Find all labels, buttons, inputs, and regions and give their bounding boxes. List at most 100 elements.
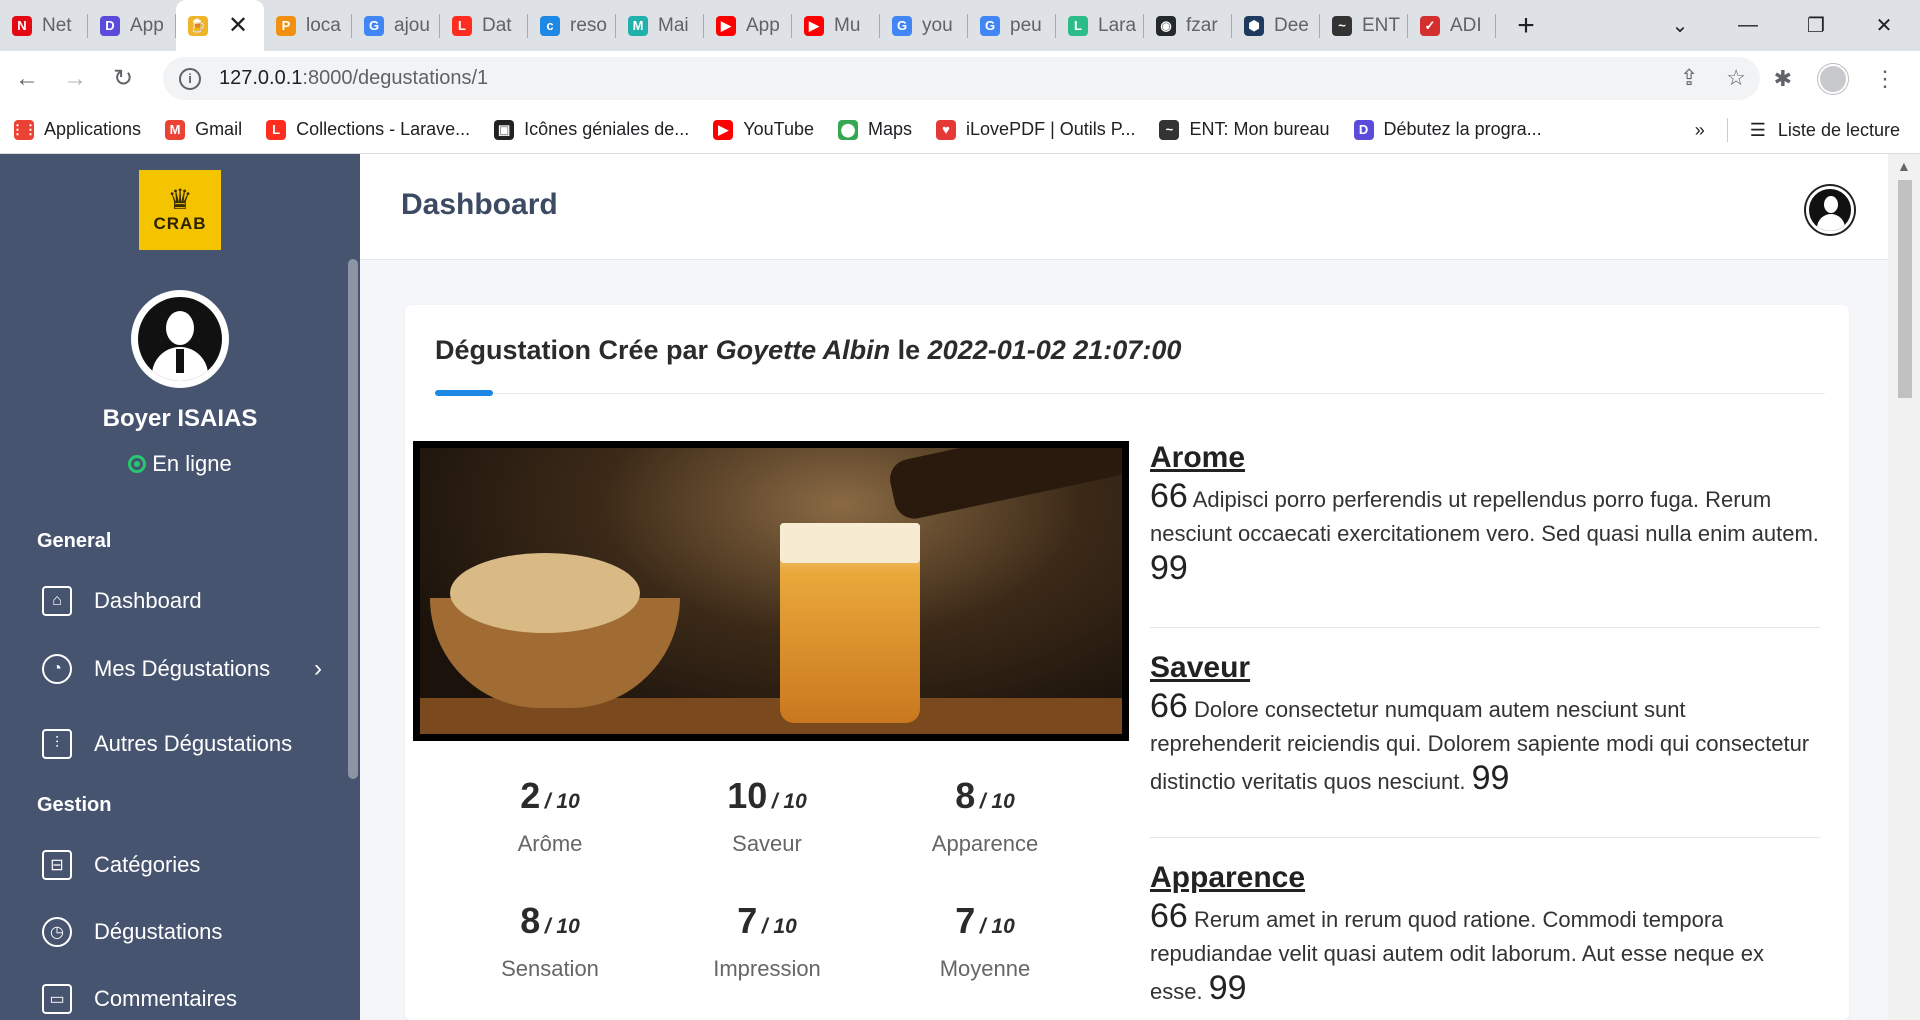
browser-tab[interactable]: Gajou [352,0,440,51]
scroll-up-icon[interactable]: ▲ [1897,158,1911,174]
toolbar: ← → ↻ i 127.0.0.1:8000/degustations/1 ⇪ … [0,51,1920,106]
url-text: 127.0.0.1:8000/degustations/1 [219,67,488,90]
restore-icon[interactable]: ❐ [1782,0,1850,51]
tab-favicon-icon: D [100,15,120,36]
tab-search-icon[interactable]: ⌄ [1646,0,1714,51]
browser-tab[interactable]: Gpeu [968,0,1056,51]
score-arome: 2 / 10 Arôme [430,775,670,857]
tab-favicon-icon: G [980,15,1000,36]
bookmark-label: Collections - Larave... [296,119,471,139]
sidebar-item-commentaires[interactable]: ▭ Commentaires [42,979,322,1019]
divider [1726,118,1728,142]
score-label: Impression [713,956,821,981]
tab-label: App [746,14,780,36]
address-bar[interactable]: i 127.0.0.1:8000/degustations/1 ⇪ ☆ [163,57,1760,100]
scrollbar-thumb[interactable] [1898,180,1912,398]
bookmark-item[interactable]: M Gmail [165,119,242,140]
minimize-icon[interactable]: — [1714,0,1782,51]
sidebar-item-label: Commentaires [94,986,238,1011]
score-label: Saveur [732,831,802,856]
tab-label: peu [1010,14,1042,36]
comment-icon: ▭ [42,984,72,1014]
extensions-icon[interactable]: ✱ [1774,66,1792,92]
browser-tab[interactable]: L Dat [440,0,528,51]
forward-button[interactable]: → [54,58,96,100]
score-label: Sensation [501,956,599,981]
browser-tab[interactable]: M Mai [616,0,704,51]
bookmarks-overflow-button[interactable]: » [1695,120,1705,141]
tab-favicon-icon: P [276,15,296,36]
header-avatar[interactable] [1806,186,1854,234]
page-scrollbar[interactable]: ▲ [1888,154,1920,1020]
sidebar-item-mes-degustations[interactable]: ◔ Mes Dégustations › [42,649,322,689]
bookmark-item[interactable]: ▶ YouTube [713,119,814,140]
bookmark-star-icon[interactable]: ☆ [1726,65,1746,91]
tab-favicon-icon: ▶ [716,15,736,36]
crown-icon: ♛ [167,184,193,215]
score-value: 2 [520,775,541,816]
browser-tab[interactable]: L Lara [1056,0,1144,51]
tab-close-icon[interactable]: ✕ [228,11,248,40]
browser-tab[interactable]: ⬢ Dee [1232,0,1320,51]
site-info-icon[interactable]: i [179,67,201,90]
browser-tab[interactable]: Gyou [880,0,968,51]
tab-list: N Net D App 🍺 ✕ Ploca Gajou L Dat c reso M Mai ▶ App ▶ Mu… [0,0,1496,51]
tab-favicon-icon: ▶ [804,15,824,36]
sidebar-item-categories[interactable]: ⊟ Catégories [42,845,322,885]
browser-tab[interactable]: ~ ENT [1320,0,1408,51]
bookmark-label: Débutez la progra... [1383,119,1542,139]
sidebar-scrollbar[interactable] [348,259,358,779]
browser-tab[interactable]: ▶ App [704,0,792,51]
open-quote: 66 [1150,477,1188,515]
bookmark-item[interactable]: ▣ Icônes géniales de... [494,119,689,140]
window-close-icon[interactable]: ✕ [1850,0,1918,51]
browser-tab[interactable]: 🍺 ✕ [176,0,264,51]
bookmark-item[interactable]: L Collections - Larave... [266,119,470,140]
tab-label: ajou [394,14,430,36]
degustation-date: 2022-01-02 21:07:00 [927,335,1182,365]
divider [1150,627,1820,628]
score-value: 8 [955,775,976,816]
share-icon[interactable]: ⇪ [1680,65,1698,91]
criterion-name: Apparence [1150,861,1306,894]
profile-avatar[interactable] [1818,63,1848,94]
bookmark-item[interactable]: ♥ iLovePDF | Outils P... [936,119,1135,140]
page-title: Dashboard [401,188,558,221]
degustation-card: Dégustation Crée par Goyette Albin le 20… [405,305,1849,1020]
card-title: Dégustation Crée par Goyette Albin le 20… [435,335,1181,366]
sidebar-item-autres-degustations[interactable]: ⫶ Autres Dégustations [42,724,322,764]
browser-tab[interactable]: D App [88,0,176,51]
bookmark-item[interactable]: ⋮⋮ Applications [11,119,141,140]
reading-list-button[interactable]: ☰ Liste de lecture [1750,120,1900,141]
browser-tab[interactable]: ✓ ADI [1408,0,1496,51]
user-status: En ligne [0,451,360,477]
new-tab-button[interactable]: + [1504,4,1548,48]
crab-logo[interactable]: ♛ CRAB [139,170,221,250]
browser-tab-strip: N Net D App 🍺 ✕ Ploca Gajou L Dat c reso M Mai ▶ App ▶ Mu… [0,0,1920,51]
bookmark-item[interactable]: ⬤ Maps [838,119,912,140]
browser-tab[interactable]: Ploca [264,0,352,51]
criterion-name: Arome [1150,441,1246,474]
bookmark-label: Maps [868,119,913,139]
browser-tab[interactable]: N Net [0,0,88,51]
criterion-comment: 66 Dolore consectetur numquam autem nesc… [1150,689,1820,799]
criterion-text: Adipisci porro perferendis ut repellendu… [1150,487,1819,546]
criterion-saveur: Saveur 66 Dolore consectetur numquam aut… [1150,651,1820,799]
tab-favicon-icon: G [364,15,384,36]
bookmark-label: iLovePDF | Outils P... [966,119,1136,139]
menu-kebab-icon[interactable]: ⋮ [1874,66,1896,92]
score-value: 8 [520,900,541,941]
score-apparence: 8 / 10 Apparence [865,775,1105,857]
bookmark-item[interactable]: ~ ENT: Mon bureau [1159,119,1330,140]
back-button[interactable]: ← [6,58,48,100]
reload-button[interactable]: ↻ [102,58,144,100]
browser-tab[interactable]: ▶ Mu [792,0,880,51]
sidebar-item-degustations[interactable]: ◷ Dégustations [42,912,322,952]
bookmark-item[interactable]: D Débutez la progra... [1353,119,1542,140]
browser-tab[interactable]: ◉ fzar [1144,0,1232,51]
browser-tab[interactable]: c reso [528,0,616,51]
tab-label: Mai [658,14,689,36]
score-saveur: 10 / 10 Saveur [647,775,887,857]
sidebar-item-dashboard[interactable]: ⌂ Dashboard [42,581,322,621]
tab-label: loca [306,14,341,36]
